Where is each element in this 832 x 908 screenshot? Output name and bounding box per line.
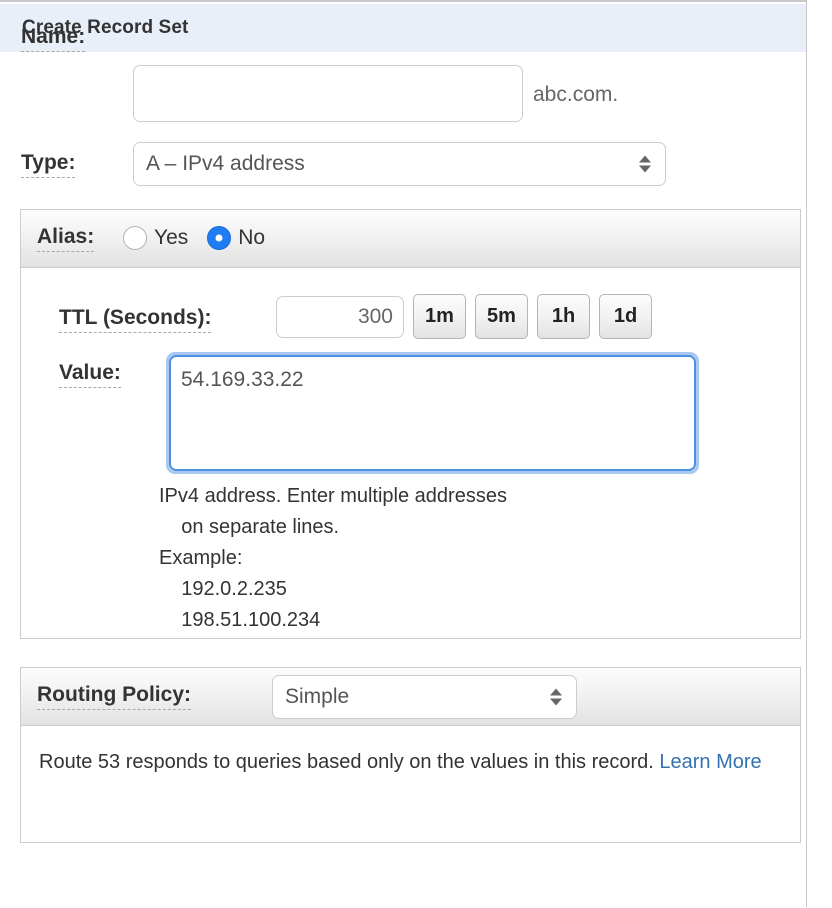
routing-policy-select[interactable]: Simple: [272, 675, 577, 719]
chevron-updown-icon: [639, 155, 651, 173]
alias-label: Alias:: [37, 225, 95, 253]
routing-policy-description: Route 53 responds to queries based only …: [39, 747, 784, 778]
alias-radio-no[interactable]: No: [207, 226, 265, 250]
routing-policy-label: Routing Policy:: [37, 683, 191, 711]
ttl-input[interactable]: [276, 296, 404, 338]
domain-suffix: abc.com.: [533, 83, 619, 106]
value-label: Value:: [59, 361, 121, 389]
alias-radio-yes[interactable]: Yes: [123, 226, 188, 250]
chevron-updown-icon: [550, 688, 562, 706]
type-select-value: A – IPv4 address: [146, 152, 305, 175]
ttl-preset-5m[interactable]: 5m: [475, 294, 528, 339]
routing-policy-section: Routing Policy: Simple Route 53 responds…: [20, 667, 801, 843]
routing-policy-description-text: Route 53 responds to queries based only …: [39, 751, 660, 773]
routing-policy-section-header: Routing Policy: Simple: [21, 668, 800, 726]
ttl-preset-1h[interactable]: 1h: [537, 294, 590, 339]
panel-header: Create Record Set: [0, 4, 806, 52]
alias-radio-group: Yes No: [123, 226, 284, 250]
learn-more-link[interactable]: Learn More: [659, 751, 761, 773]
value-textarea[interactable]: [169, 355, 696, 471]
ttl-preset-1m[interactable]: 1m: [413, 294, 466, 339]
name-input[interactable]: [133, 65, 523, 122]
ttl-label: TTL (Seconds):: [59, 306, 212, 334]
radio-on-icon: [207, 226, 232, 250]
alias-radio-yes-label: Yes: [154, 226, 189, 249]
radio-off-icon: [123, 226, 147, 250]
create-record-set-panel: Create Record Set Name: abc.com. Type: A…: [0, 0, 807, 907]
ttl-preset-buttons: 1m 5m 1h 1d: [413, 294, 661, 339]
alias-section: Alias: Yes No TTL (Seconds): 1m 5m 1h 1d…: [20, 209, 801, 639]
type-select[interactable]: A – IPv4 address: [133, 142, 666, 186]
routing-policy-select-value: Simple: [285, 685, 350, 708]
ttl-preset-1d[interactable]: 1d: [599, 294, 652, 339]
value-textarea-focus-ring: [166, 352, 699, 474]
alias-radio-no-label: No: [238, 226, 266, 249]
type-label: Type:: [21, 151, 76, 179]
name-label: Name:: [21, 25, 86, 53]
value-helper-text: IPv4 address. Enter multiple addresses o…: [159, 485, 507, 631]
